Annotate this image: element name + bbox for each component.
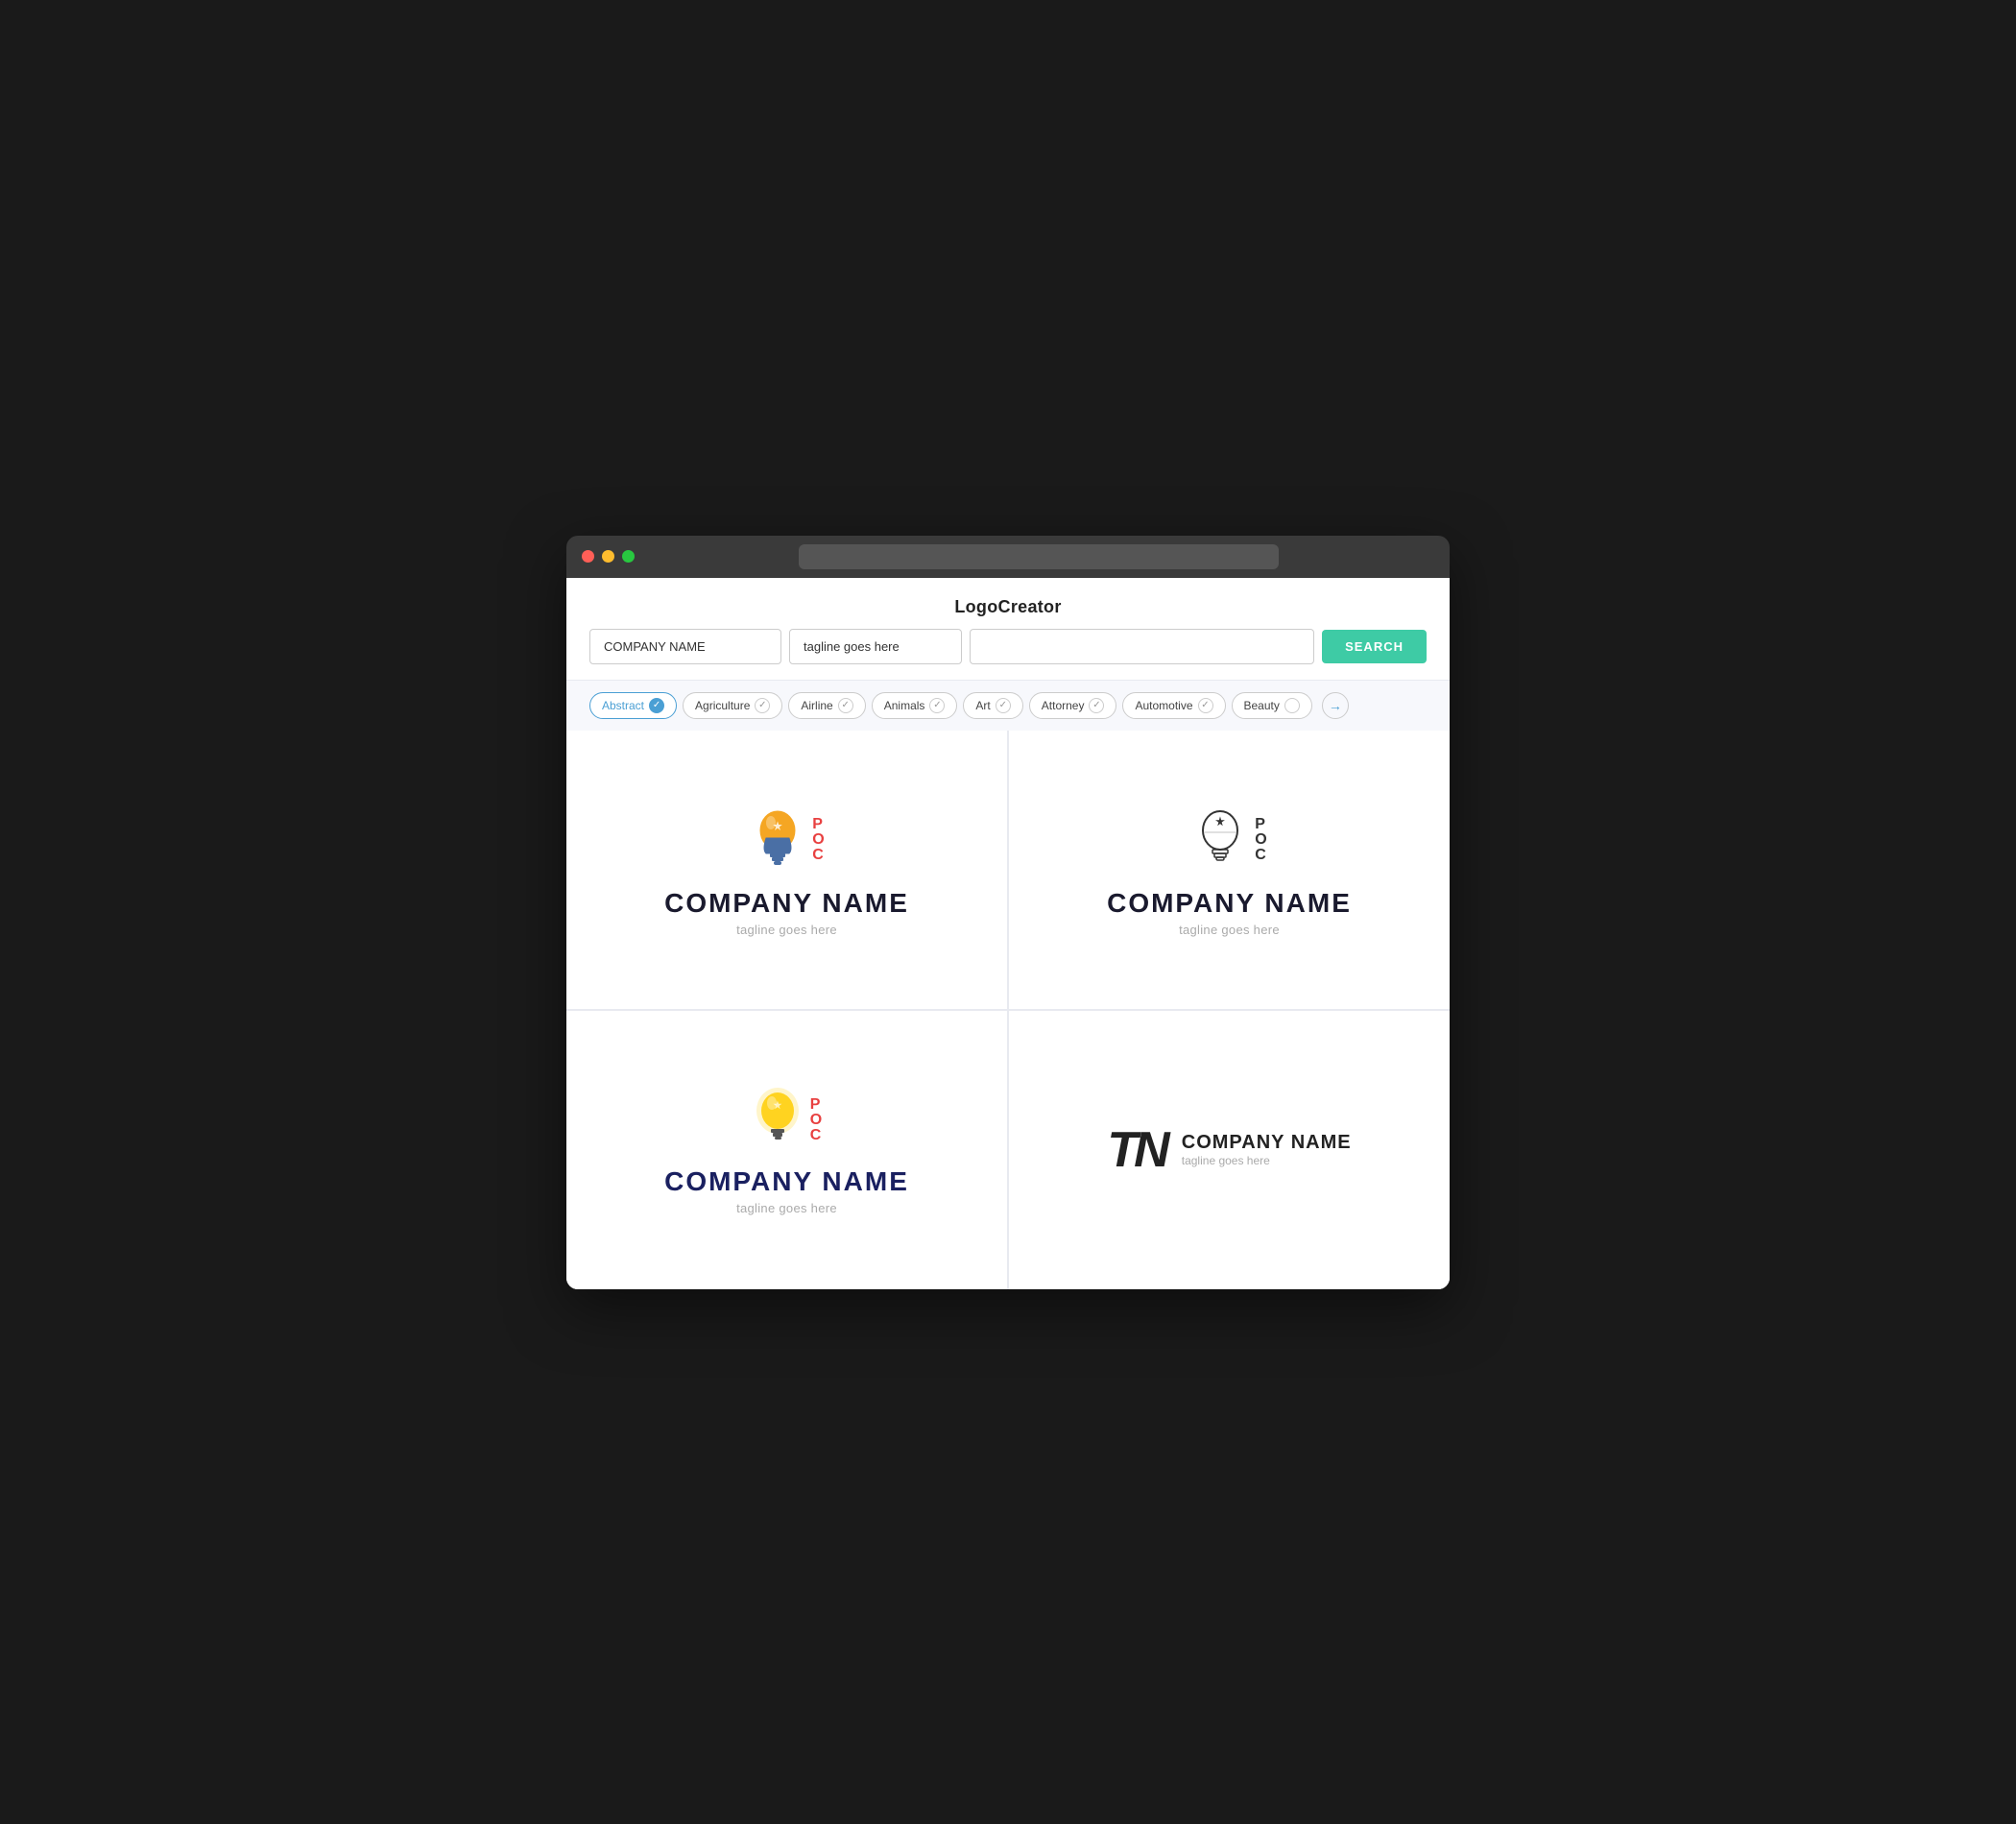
check-icon-abstract: ✓ [649,698,664,713]
colored-bulb-icon [749,802,806,878]
company-name-3: COMPANY NAME [664,1166,909,1197]
logo-card-inner-2: P O C COMPANY NAME tagline goes here [1107,802,1352,937]
filter-label-airline: Airline [801,699,832,712]
company-name-1: COMPANY NAME [664,888,909,919]
poc-p-3: P [810,1097,822,1113]
minimize-button[interactable] [602,550,614,563]
app-title-text: LogoCreator [954,597,1061,616]
filter-next-button[interactable]: → [1322,692,1349,719]
filter-chip-animals[interactable]: Animals ✓ [872,692,958,719]
outline-bulb-icon [1191,802,1249,878]
poc-letters-1: P O C [812,817,824,863]
filter-label-abstract: Abstract [602,699,644,712]
logo-grid: P O C COMPANY NAME tagline goes here [566,731,1450,1289]
poc-c-3: C [810,1128,822,1143]
check-icon-animals: ✓ [929,698,945,713]
browser-titlebar [566,536,1450,578]
poc-p-2: P [1255,817,1266,832]
filter-label-agriculture: Agriculture [695,699,750,712]
filter-chip-beauty[interactable]: Beauty [1232,692,1312,719]
company-name-input[interactable] [589,629,781,664]
filter-label-art: Art [975,699,990,712]
check-icon-beauty [1284,698,1300,713]
app-content: LogoCreator SEARCH Abstract ✓ Agricultur… [566,578,1450,1289]
tn-text-block: COMPANY NAME tagline goes here [1182,1132,1352,1167]
search-bar: SEARCH [566,629,1450,680]
tagline-3: tagline goes here [736,1201,837,1215]
logo-card-3[interactable]: P O C COMPANY NAME tagline goes here [566,1011,1007,1289]
company-name-4: COMPANY NAME [1182,1132,1352,1154]
logo-card-inner-1: P O C COMPANY NAME tagline goes here [664,802,909,937]
check-icon-automotive: ✓ [1198,698,1213,713]
filter-chip-agriculture[interactable]: Agriculture ✓ [683,692,782,719]
filter-label-automotive: Automotive [1135,699,1192,712]
poc-letters-3: P O C [810,1097,822,1143]
app-title: LogoCreator [566,578,1450,629]
logo-card-inner-3: P O C COMPANY NAME tagline goes here [664,1085,909,1215]
filter-chip-automotive[interactable]: Automotive ✓ [1122,692,1225,719]
poc-o-2: O [1255,832,1266,848]
filter-chip-attorney[interactable]: Attorney ✓ [1029,692,1117,719]
logo-symbol-2: P O C [1191,802,1266,878]
logo-card-1[interactable]: P O C COMPANY NAME tagline goes here [566,731,1007,1009]
keyword-input[interactable] [970,629,1314,664]
tagline-2: tagline goes here [1179,923,1280,937]
check-icon-airline: ✓ [838,698,853,713]
filter-chip-abstract[interactable]: Abstract ✓ [589,692,677,719]
yellow-bulb-icon [752,1085,804,1157]
logo-symbol-1: P O C [749,802,824,878]
filter-chip-art[interactable]: Art ✓ [963,692,1022,719]
poc-letters-2: P O C [1255,817,1266,863]
filter-bar: Abstract ✓ Agriculture ✓ Airline ✓ Anima… [566,680,1450,731]
search-button[interactable]: SEARCH [1322,630,1427,663]
filter-label-animals: Animals [884,699,925,712]
filter-label-beauty: Beauty [1244,699,1280,712]
close-button[interactable] [582,550,594,563]
filter-label-attorney: Attorney [1042,699,1085,712]
address-bar[interactable] [799,544,1279,569]
tn-monogram: TN [1107,1125,1165,1175]
poc-o-1: O [812,832,824,848]
poc-p-1: P [812,817,824,832]
poc-c-1: C [812,848,824,863]
tagline-1: tagline goes here [736,923,837,937]
poc-o-3: O [810,1113,822,1128]
check-icon-art: ✓ [996,698,1011,713]
check-icon-attorney: ✓ [1089,698,1104,713]
company-name-2: COMPANY NAME [1107,888,1352,919]
tagline-4: tagline goes here [1182,1154,1352,1167]
tn-logo: TN COMPANY NAME tagline goes here [1107,1125,1351,1175]
logo-card-inner-4: TN COMPANY NAME tagline goes here [1107,1125,1351,1175]
filter-chip-airline[interactable]: Airline ✓ [788,692,865,719]
logo-card-4[interactable]: TN COMPANY NAME tagline goes here [1009,1011,1450,1289]
poc-c-2: C [1255,848,1266,863]
check-icon-agriculture: ✓ [755,698,770,713]
browser-window: LogoCreator SEARCH Abstract ✓ Agricultur… [566,536,1450,1289]
logo-symbol-3: P O C [752,1085,822,1157]
logo-card-2[interactable]: P O C COMPANY NAME tagline goes here [1009,731,1450,1009]
tagline-input[interactable] [789,629,962,664]
maximize-button[interactable] [622,550,635,563]
